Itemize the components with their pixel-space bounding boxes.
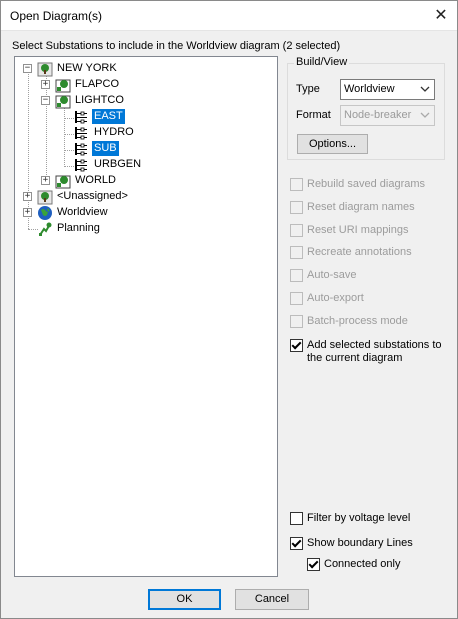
tree-node-label: FLAPCO <box>75 78 120 90</box>
tree-node-label: SUB <box>92 141 119 156</box>
collapse-icon[interactable]: − <box>41 96 50 105</box>
tree-node-worldview[interactable]: + Worldview <box>15 205 275 221</box>
type-select-value: Worldview <box>344 83 395 95</box>
checkbox-box <box>290 537 303 550</box>
auto-export-checkbox[interactable]: Auto-export <box>290 292 364 307</box>
checkbox-label: Connected only <box>324 558 401 570</box>
connected-only-checkbox[interactable]: Connected only <box>307 558 400 573</box>
checkbox-label: Rebuild saved diagrams <box>307 178 426 190</box>
cancel-button[interactable]: Cancel <box>235 589 309 610</box>
checkbox-box <box>290 246 303 259</box>
tree-node-new-york[interactable]: − NEW YORK <box>15 61 275 77</box>
recreate-annotations-checkbox[interactable]: Recreate annotations <box>290 246 412 261</box>
station-group-icon <box>37 190 53 205</box>
tree-node-label: <Unassigned> <box>57 190 128 202</box>
tree-node-east[interactable]: EAST <box>15 109 275 125</box>
substation-tree[interactable]: − NEW YORK + FLAPCO − LIGHTCO EAST HYDRO… <box>14 56 278 577</box>
checkmark-icon <box>291 537 302 548</box>
bus-icon <box>75 143 87 156</box>
bus-icon <box>75 159 87 172</box>
checkbox-label: Auto-export <box>307 292 364 304</box>
substation-icon <box>55 175 71 189</box>
checkbox-box <box>290 224 303 237</box>
checkbox-label: Recreate annotations <box>307 246 412 258</box>
checkbox-box <box>290 178 303 191</box>
expand-icon[interactable]: + <box>23 192 32 201</box>
tree-node-label: LIGHTCO <box>75 94 124 106</box>
checkbox-box <box>290 512 303 525</box>
tree-node-flapco[interactable]: + FLAPCO <box>15 77 275 93</box>
type-label: Type <box>296 83 320 95</box>
tree-node-urbgen[interactable]: URBGEN <box>15 157 275 173</box>
rebuild-saved-diagrams-checkbox[interactable]: Rebuild saved diagrams <box>290 178 425 193</box>
checkbox-label: Reset URI mappings <box>307 224 409 236</box>
tree-node-label: HYDRO <box>94 126 134 138</box>
show-boundary-lines-checkbox[interactable]: Show boundary Lines <box>290 537 413 552</box>
checkbox-label: Add selected substations to the current … <box>307 339 442 365</box>
tree-node-label: URBGEN <box>94 158 142 170</box>
checkbox-box <box>290 339 303 352</box>
filter-by-voltage-checkbox[interactable]: Filter by voltage level <box>290 512 410 527</box>
bus-icon <box>75 111 87 124</box>
reset-uri-mappings-checkbox[interactable]: Reset URI mappings <box>290 224 409 239</box>
tree-node-planning[interactable]: Planning <box>15 221 275 237</box>
format-label: Format <box>296 109 331 121</box>
checkbox-label-line2: the current diagram <box>307 352 403 364</box>
checkbox-box <box>290 315 303 328</box>
auto-save-checkbox[interactable]: Auto-save <box>290 269 357 284</box>
tree-node-label: WORLD <box>75 174 116 186</box>
checkbox-box <box>290 269 303 282</box>
expand-icon[interactable]: + <box>41 176 50 185</box>
checkbox-label: Filter by voltage level <box>307 512 411 524</box>
station-group-icon <box>37 62 53 77</box>
checkbox-box <box>290 201 303 214</box>
expand-icon[interactable]: + <box>41 80 50 89</box>
tree-node-world[interactable]: + WORLD <box>15 173 275 189</box>
chevron-down-icon <box>420 86 430 92</box>
close-icon[interactable]: ✕ <box>429 5 453 27</box>
tree-node-label: NEW YORK <box>57 62 117 74</box>
planning-icon <box>39 222 52 236</box>
title-bar: Open Diagram(s) ✕ <box>1 1 457 31</box>
checkmark-icon <box>308 558 319 569</box>
checkbox-box <box>307 558 320 571</box>
chevron-down-icon <box>420 112 430 118</box>
tree-node-label: EAST <box>92 109 125 124</box>
bus-icon <box>75 127 87 140</box>
build-view-legend: Build/View <box>294 56 350 68</box>
add-selected-substations-checkbox[interactable]: Add selected substations to the current … <box>290 339 442 367</box>
dialog-title: Open Diagram(s) <box>10 9 103 23</box>
type-select[interactable]: Worldview <box>340 79 435 100</box>
expand-icon[interactable]: + <box>23 208 32 217</box>
tree-node-label: Planning <box>57 222 100 234</box>
checkbox-label: Show boundary Lines <box>307 537 413 549</box>
options-button[interactable]: Options... <box>297 134 368 154</box>
batch-process-mode-checkbox[interactable]: Batch-process mode <box>290 315 408 330</box>
checkbox-label: Auto-save <box>307 269 357 281</box>
substation-icon <box>55 95 71 109</box>
checkbox-label: Batch-process mode <box>307 315 408 327</box>
tree-node-sub[interactable]: SUB <box>15 141 275 157</box>
format-select[interactable]: Node-breaker <box>340 105 435 126</box>
open-diagram-dialog: Open Diagram(s) ✕ Select Substations to … <box>0 0 458 619</box>
build-view-group: Build/View Type Worldview Format Node-br… <box>287 56 445 160</box>
ok-button[interactable]: OK <box>148 589 221 610</box>
format-select-value: Node-breaker <box>344 109 412 121</box>
checkmark-icon <box>291 339 302 350</box>
checkbox-box <box>290 292 303 305</box>
collapse-icon[interactable]: − <box>23 64 32 73</box>
substation-icon <box>55 79 71 93</box>
tree-node-unassigned[interactable]: + <Unassigned> <box>15 189 275 205</box>
reset-diagram-names-checkbox[interactable]: Reset diagram names <box>290 201 415 216</box>
checkbox-label: Reset diagram names <box>307 201 415 213</box>
globe-icon <box>38 206 52 220</box>
checkbox-label-line1: Add selected substations to <box>307 339 442 351</box>
tree-node-lightco[interactable]: − LIGHTCO <box>15 93 275 109</box>
tree-node-hydro[interactable]: HYDRO <box>15 125 275 141</box>
tree-node-label: Worldview <box>57 206 108 218</box>
instruction-text: Select Substations to include in the Wor… <box>12 40 341 52</box>
